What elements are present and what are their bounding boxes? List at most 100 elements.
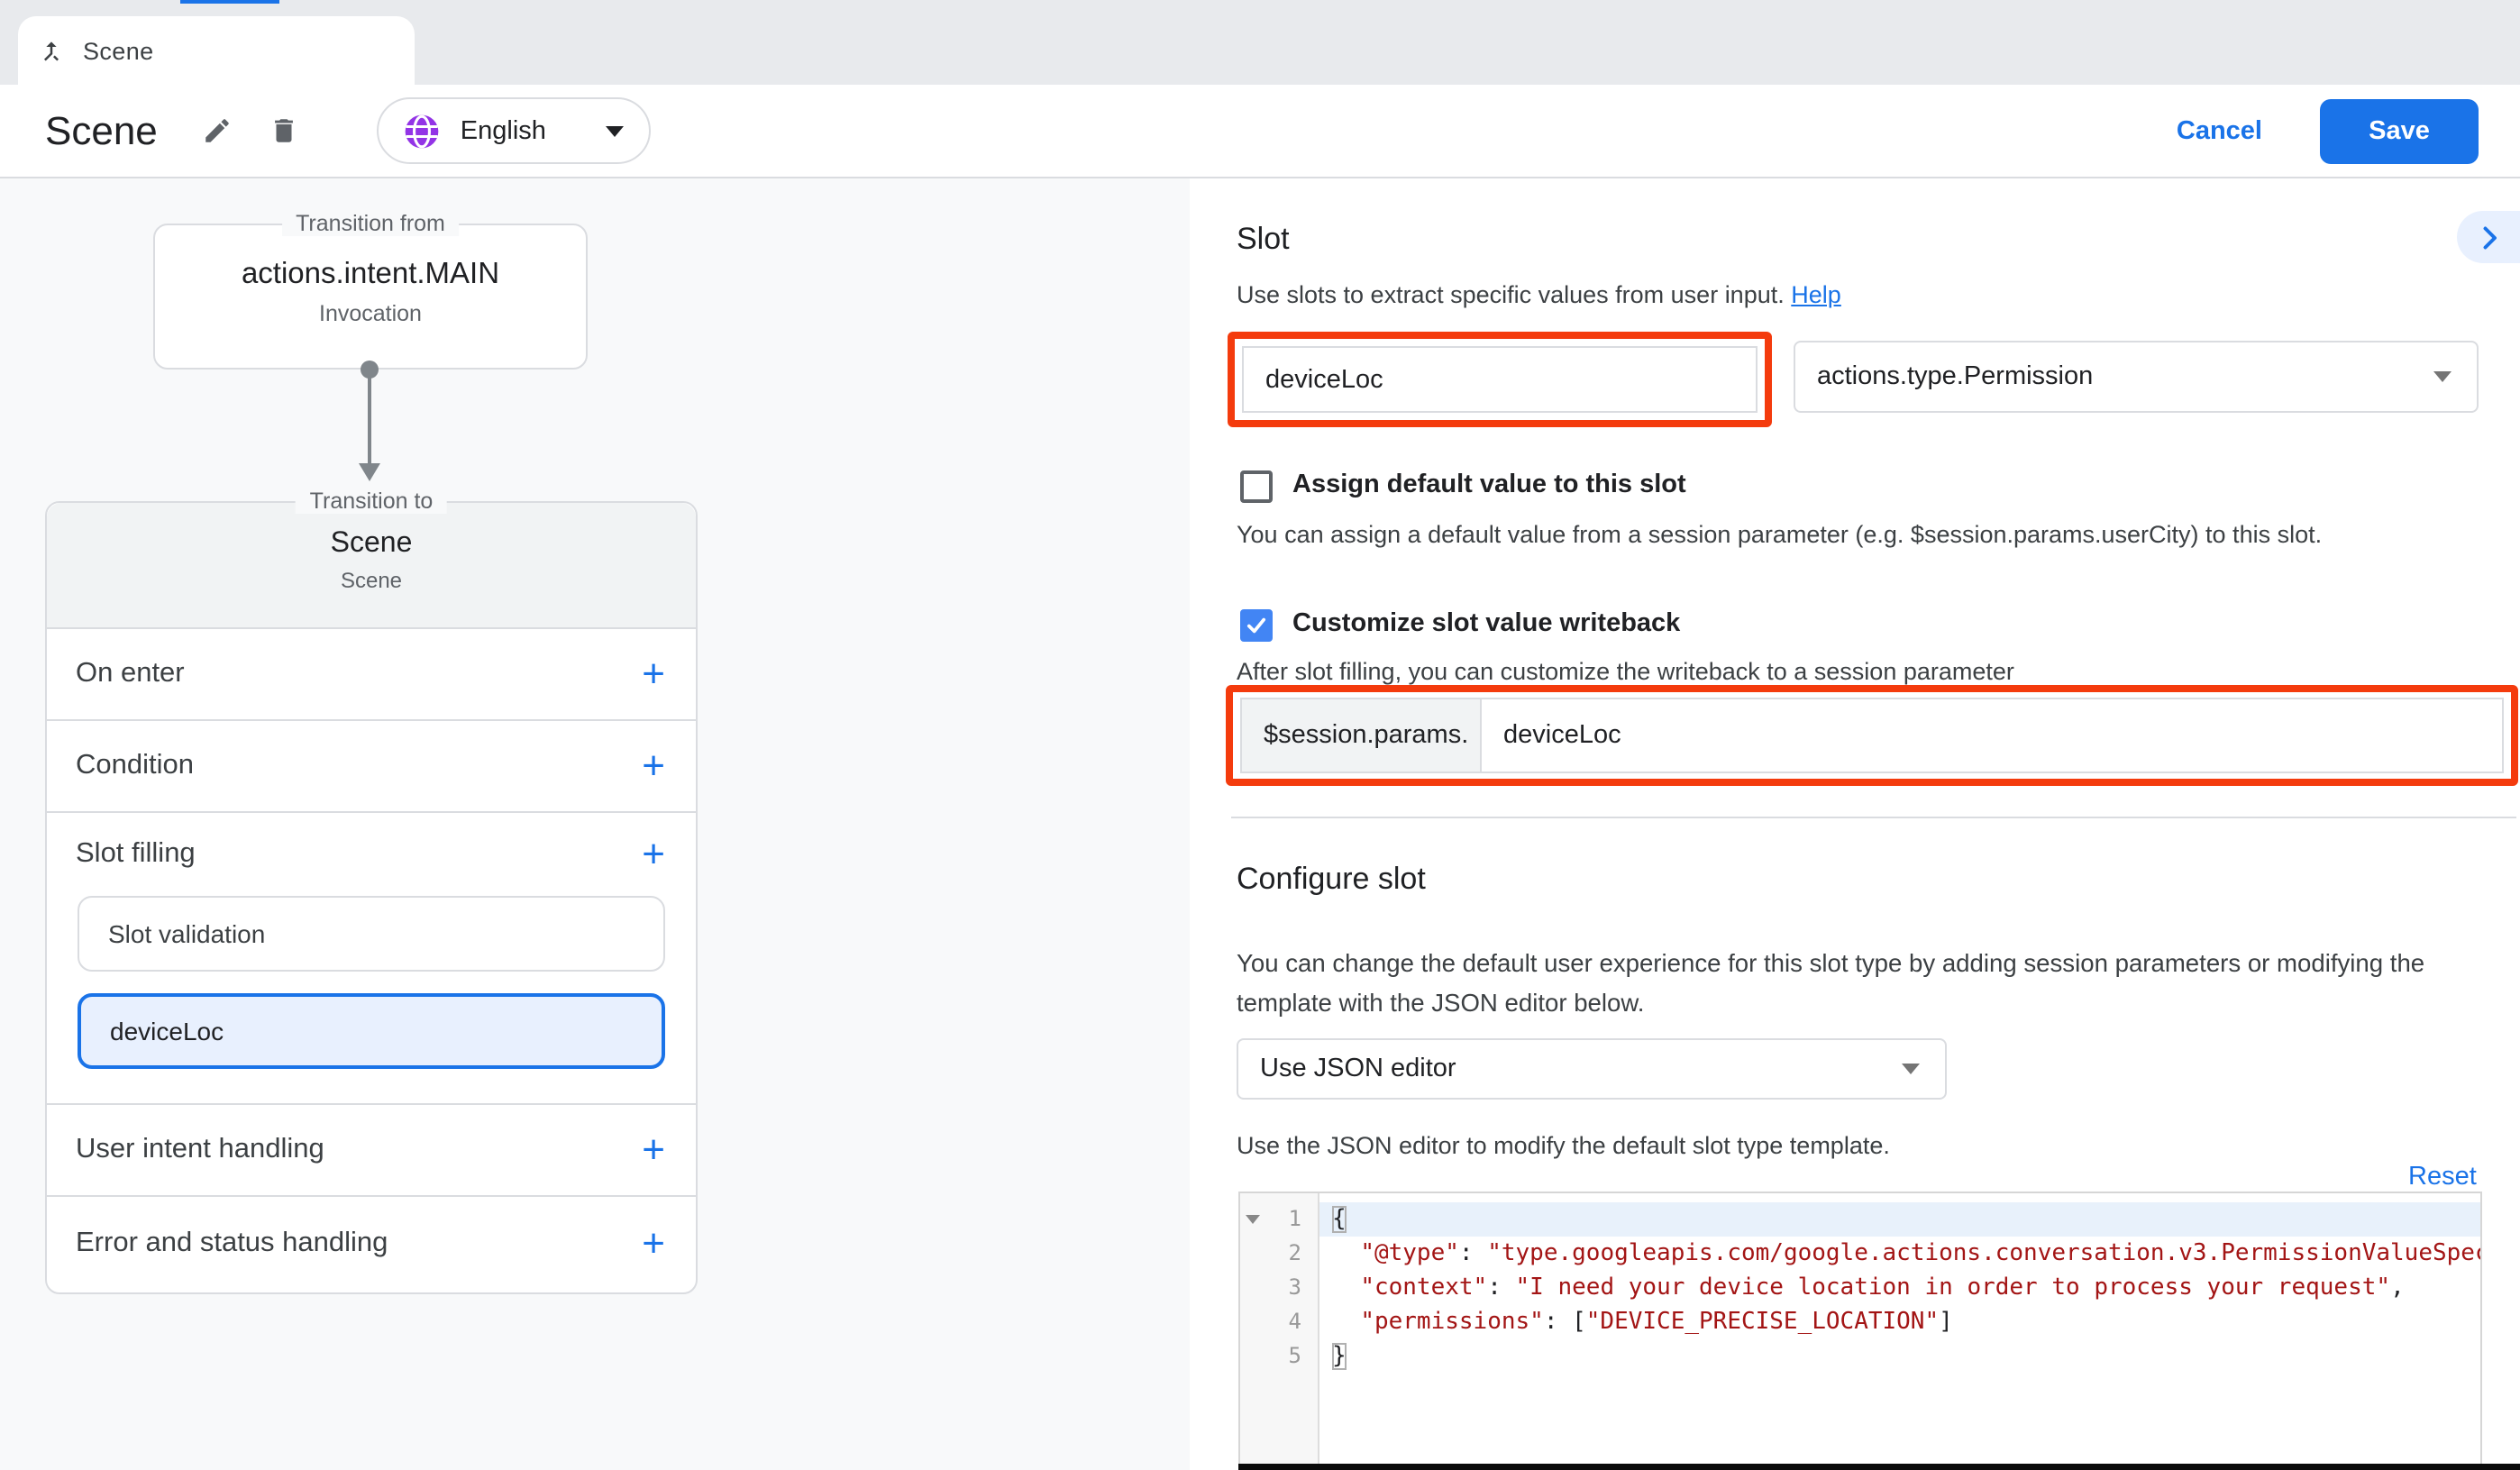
- configure-slot-title: Configure slot: [1237, 862, 1426, 898]
- slot-filling-header[interactable]: Slot filling +: [47, 813, 696, 896]
- slot-name-input[interactable]: deviceLoc: [1242, 346, 1758, 413]
- gutter-line: 1: [1240, 1202, 1318, 1237]
- gutter-line: 3: [1240, 1271, 1318, 1305]
- code-token: "I need your device location in order to…: [1516, 1274, 2391, 1301]
- assign-default-label[interactable]: Assign default value to this slot: [1292, 470, 1686, 499]
- section-label: On enter: [76, 658, 185, 690]
- section-label: Condition: [76, 750, 194, 782]
- section-label: Error and status handling: [76, 1227, 388, 1259]
- section-divider: [1231, 817, 2516, 818]
- reset-link[interactable]: Reset: [2408, 1163, 2477, 1192]
- fold-arrow-icon[interactable]: [1246, 1215, 1260, 1224]
- code-line[interactable]: }: [1319, 1339, 2480, 1374]
- code-line[interactable]: {: [1319, 1202, 2480, 1237]
- code-token: {: [1332, 1206, 1347, 1233]
- page-title: Scene: [45, 107, 158, 154]
- intent-name: actions.intent.MAIN: [155, 258, 586, 292]
- add-on-enter-button[interactable]: +: [642, 654, 665, 694]
- chevron-right-icon: [2473, 221, 2506, 253]
- line-number: 5: [1240, 1339, 1318, 1374]
- code-token: }: [1332, 1343, 1347, 1370]
- save-button[interactable]: Save: [2320, 98, 2479, 163]
- writeback-param-input[interactable]: deviceLoc: [1482, 698, 2504, 773]
- help-link[interactable]: Help: [1791, 281, 1841, 308]
- line-number: 3: [1240, 1271, 1318, 1305]
- gutter-line: 5: [1240, 1339, 1318, 1374]
- editor-mode-select[interactable]: Use JSON editor: [1237, 1038, 1947, 1100]
- assign-default-description: You can assign a default value from a se…: [1237, 521, 2322, 548]
- code-token: "context": [1360, 1274, 1487, 1301]
- editor-code-area[interactable]: { "@type": "type.googleapis.com/google.a…: [1319, 1193, 2480, 1470]
- tab-scene[interactable]: Scene: [18, 16, 415, 85]
- language-selector[interactable]: English: [378, 97, 652, 164]
- slot-item-validation[interactable]: Slot validation: [78, 896, 665, 972]
- add-condition-button[interactable]: +: [642, 746, 665, 786]
- scene-flow-canvas: Transition from actions.intent.MAIN Invo…: [0, 178, 1190, 1470]
- json-editor[interactable]: 12345 { "@type": "type.googleapis.com/go…: [1238, 1192, 2482, 1470]
- add-slot-button[interactable]: +: [642, 835, 665, 874]
- main-split: Transition from actions.intent.MAIN Invo…: [0, 178, 2520, 1470]
- code-token: "permissions": [1360, 1309, 1544, 1336]
- code-token: [1332, 1309, 1360, 1336]
- scene-card-header[interactable]: Scene Scene: [47, 503, 696, 629]
- code-line[interactable]: "permissions": ["DEVICE_PRECISE_LOCATION…: [1319, 1305, 2480, 1339]
- connector-arrowhead-icon: [359, 463, 380, 481]
- language-label: English: [461, 116, 546, 145]
- line-number: 4: [1240, 1305, 1318, 1339]
- section-slot-filling: Slot filling + Slot validation deviceLoc: [47, 813, 696, 1105]
- writeback-checkbox[interactable]: [1240, 609, 1273, 642]
- session-params-prefix: $session.params.: [1240, 698, 1482, 773]
- slot-type-value: actions.type.Permission: [1817, 362, 2093, 391]
- add-error-handling-button[interactable]: +: [642, 1223, 665, 1263]
- slot-item-label: Slot validation: [108, 919, 265, 948]
- chevron-down-icon: [2433, 371, 2452, 382]
- slot-name-highlight: deviceLoc: [1228, 332, 1772, 427]
- transition-from-card[interactable]: Transition from actions.intent.MAIN Invo…: [153, 224, 588, 370]
- intent-subtitle: Invocation: [155, 301, 586, 326]
- assign-default-checkbox[interactable]: [1240, 470, 1273, 503]
- slot-item-deviceloc[interactable]: deviceLoc: [78, 993, 665, 1069]
- section-user-intent-handling[interactable]: User intent handling +: [47, 1105, 696, 1197]
- transition-to-legend: Transition to: [296, 488, 448, 514]
- transition-to-card: Transition to Scene Scene On enter + Con…: [45, 501, 698, 1294]
- code-line[interactable]: "context": "I need your device location …: [1319, 1271, 2480, 1305]
- code-token: "@type": [1360, 1240, 1459, 1267]
- json-editor-hint: Use the JSON editor to modify the defaul…: [1237, 1132, 1890, 1159]
- top-blue-indicator: [180, 0, 279, 4]
- scene-card-subtitle: Scene: [47, 568, 696, 593]
- slot-detail-panel: Slot Use slots to extract specific value…: [1190, 178, 2520, 1470]
- code-token: : [: [1544, 1309, 1586, 1336]
- code-token: :: [1487, 1274, 1515, 1301]
- scene-header: Scene English Cancel Save: [0, 85, 2520, 178]
- gutter-line: 4: [1240, 1305, 1318, 1339]
- writeback-label[interactable]: Customize slot value writeback: [1292, 609, 1680, 638]
- section-on-enter[interactable]: On enter +: [47, 629, 696, 721]
- cancel-button[interactable]: Cancel: [2177, 116, 2262, 145]
- section-condition[interactable]: Condition +: [47, 721, 696, 813]
- code-token: "DEVICE_PRECISE_LOCATION": [1586, 1309, 1939, 1336]
- edit-scene-button[interactable]: [201, 114, 233, 147]
- section-label: User intent handling: [76, 1134, 324, 1166]
- line-number: 2: [1240, 1237, 1318, 1271]
- screenshot-stage: Scene Scene English Cancel Save: [0, 0, 2520, 1470]
- code-token: ]: [1939, 1309, 1953, 1336]
- writeback-highlight: $session.params. deviceLoc: [1226, 685, 2518, 786]
- collapse-panel-button[interactable]: [2457, 211, 2520, 263]
- globe-icon: [403, 111, 443, 151]
- add-user-intent-button[interactable]: +: [642, 1130, 665, 1170]
- code-token: [1332, 1240, 1360, 1267]
- delete-scene-button[interactable]: [268, 114, 300, 147]
- actions-console-app: Scene Scene English Cancel Save: [0, 0, 2520, 1470]
- code-line[interactable]: "@type": "type.googleapis.com/google.act…: [1319, 1237, 2480, 1271]
- tab-bar: Scene: [0, 0, 2520, 85]
- editor-mode-value: Use JSON editor: [1260, 1055, 1456, 1083]
- editor-gutter: 12345: [1240, 1193, 1319, 1470]
- configure-slot-description: You can change the default user experien…: [1237, 945, 2506, 1023]
- slot-type-select[interactable]: actions.type.Permission: [1794, 341, 2479, 413]
- slot-item-label: deviceLoc: [110, 1017, 224, 1045]
- section-error-status-handling[interactable]: Error and status handling +: [47, 1197, 696, 1289]
- code-token: ,: [2390, 1274, 2405, 1301]
- editor-bottom-scrollbar[interactable]: [1238, 1464, 2520, 1470]
- transition-from-legend: Transition from: [281, 211, 460, 236]
- code-token: [1332, 1274, 1360, 1301]
